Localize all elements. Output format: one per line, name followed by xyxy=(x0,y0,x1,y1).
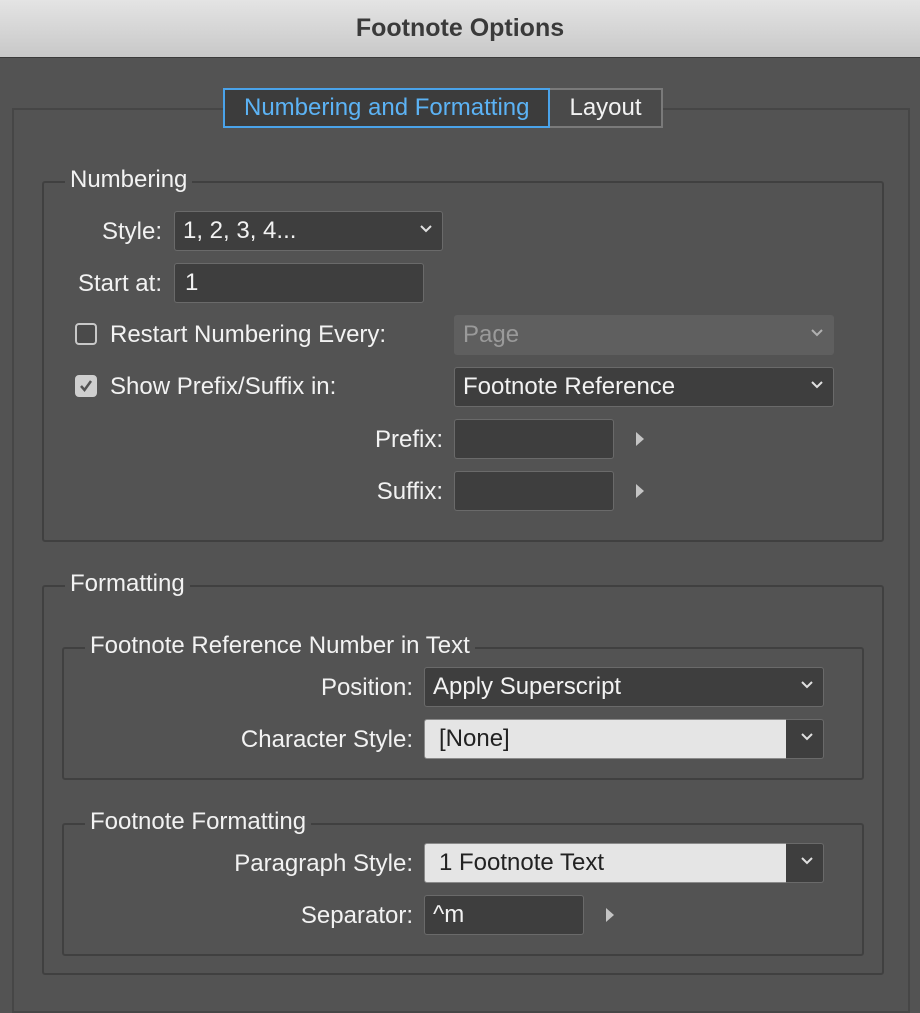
restart-numbering-dropdown: Page xyxy=(454,315,834,355)
footnote-formatting-legend: Footnote Formatting xyxy=(85,808,312,836)
position-value: Apply Superscript xyxy=(433,673,622,700)
prefix-label: Prefix: xyxy=(374,426,443,453)
window-title: Footnote Options xyxy=(355,14,565,42)
character-style-input[interactable]: [None] xyxy=(424,719,788,759)
chevron-down-icon xyxy=(801,732,813,742)
suffix-menu-triangle-right-icon[interactable] xyxy=(636,484,644,498)
paragraph-style-input[interactable]: 1 Footnote Text xyxy=(424,843,788,883)
separator-label: Separator: xyxy=(300,902,413,929)
position-label: Position: xyxy=(320,674,413,701)
tab-layout[interactable]: Layout xyxy=(550,88,663,128)
chevron-down-icon xyxy=(801,856,813,866)
character-style-combo[interactable]: [None] xyxy=(424,719,824,759)
start-at-input[interactable]: 1 xyxy=(174,263,424,303)
chevron-down-icon xyxy=(811,380,823,390)
prefix-menu-triangle-right-icon[interactable] xyxy=(636,432,644,446)
restart-numbering-label: Restart Numbering Every: xyxy=(110,321,387,348)
show-prefix-suffix-label: Show Prefix/Suffix in: xyxy=(110,373,337,400)
start-at-label: Start at: xyxy=(77,270,162,297)
chevron-down-icon xyxy=(420,224,432,234)
style-label: Style: xyxy=(101,218,162,245)
suffix-label: Suffix: xyxy=(376,478,443,505)
reference-number-legend: Footnote Reference Number in Text xyxy=(85,632,475,660)
suffix-input[interactable] xyxy=(454,471,614,511)
style-dropdown[interactable]: 1, 2, 3, 4... xyxy=(174,211,443,251)
tab-numbering-and-formatting[interactable]: Numbering and Formatting xyxy=(223,88,551,128)
window-titlebar: Footnote Options xyxy=(0,0,920,58)
show-prefix-suffix-checkbox[interactable] xyxy=(75,375,97,397)
style-value: 1, 2, 3, 4... xyxy=(183,217,297,244)
paragraph-style-dropdown-button[interactable] xyxy=(786,843,824,883)
numbering-legend: Numbering xyxy=(65,166,193,194)
show-prefix-suffix-dropdown[interactable]: Footnote Reference xyxy=(454,367,834,407)
chevron-down-icon xyxy=(801,680,813,690)
paragraph-style-combo[interactable]: 1 Footnote Text xyxy=(424,843,824,883)
tab-bar: Numbering and Formatting Layout xyxy=(223,88,663,128)
separator-input[interactable]: ^m xyxy=(424,895,584,935)
character-style-label: Character Style: xyxy=(240,726,413,753)
formatting-legend: Formatting xyxy=(65,570,190,598)
chevron-down-icon xyxy=(811,328,823,338)
restart-numbering-checkbox[interactable] xyxy=(75,323,97,345)
paragraph-style-label: Paragraph Style: xyxy=(234,850,413,877)
show-prefix-suffix-value: Footnote Reference xyxy=(463,373,676,400)
checkmark-icon xyxy=(80,380,93,393)
separator-menu-triangle-right-icon[interactable] xyxy=(606,908,614,922)
character-style-dropdown-button[interactable] xyxy=(786,719,824,759)
restart-numbering-value: Page xyxy=(463,321,520,348)
position-dropdown[interactable]: Apply Superscript xyxy=(424,667,824,707)
prefix-input[interactable] xyxy=(454,419,614,459)
